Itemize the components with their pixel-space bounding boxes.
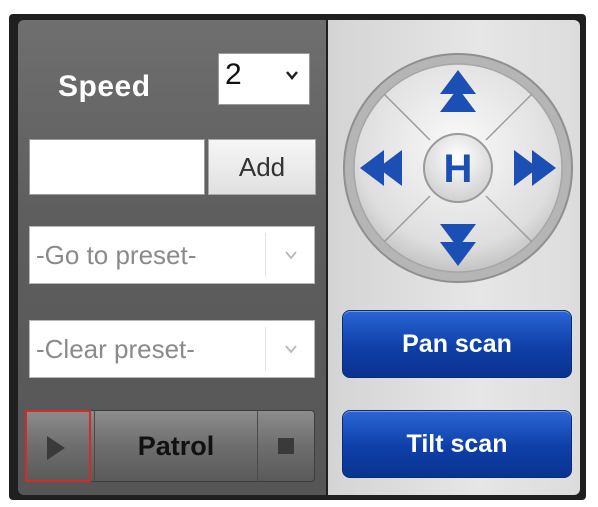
patrol-stop-button[interactable] (262, 410, 314, 482)
home-button[interactable]: H (423, 133, 493, 203)
ptz-direction-pad: H (343, 53, 573, 283)
preset-name-input[interactable] (29, 139, 205, 195)
play-icon (47, 436, 65, 460)
chevron-down-icon (286, 71, 298, 80)
dropdown-divider (265, 233, 266, 277)
clear-preset-value: -Clear preset- (36, 334, 195, 364)
speed-label: Speed (58, 70, 151, 103)
goto-preset-value: -Go to preset- (36, 240, 197, 270)
chevron-down-icon (285, 345, 297, 354)
tilt-scan-button[interactable]: Tilt scan (342, 410, 572, 478)
add-button[interactable]: Add (208, 139, 316, 195)
goto-preset-select[interactable]: -Go to preset- (29, 226, 315, 284)
dropdown-divider (265, 327, 266, 371)
clear-preset-select[interactable]: -Clear preset- (29, 320, 315, 378)
patrol-play-button[interactable] (25, 410, 91, 482)
stop-icon (278, 438, 294, 454)
chevron-down-icon (285, 251, 297, 260)
patrol-button[interactable]: Patrol (94, 410, 258, 482)
pan-scan-button[interactable]: Pan scan (342, 310, 572, 378)
speed-select[interactable]: 2 (218, 53, 310, 105)
speed-value: 2 (225, 58, 242, 91)
home-icon: H (444, 147, 473, 191)
